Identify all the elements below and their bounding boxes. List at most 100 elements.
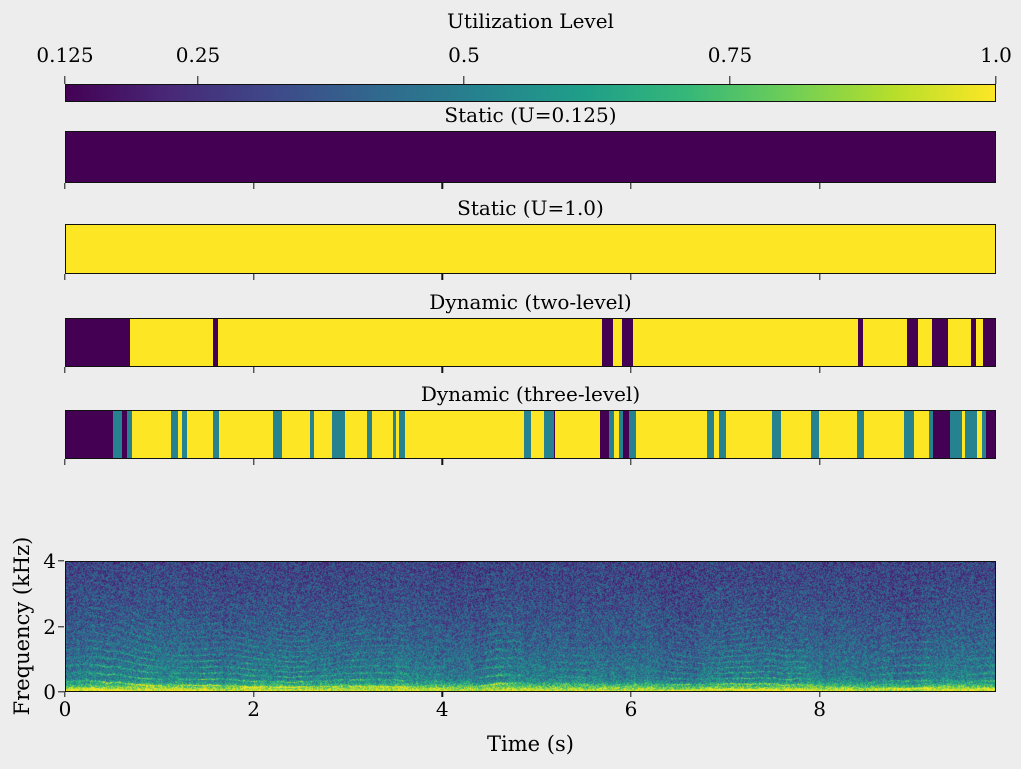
spectrogram-xlabel: Time (s) (65, 732, 996, 756)
utilization-segment (932, 319, 948, 366)
x-axis-tick-label: 8 (813, 697, 826, 721)
x-axis-tick (819, 274, 820, 280)
utilization-segment (950, 411, 962, 458)
utilization-segment (726, 411, 772, 458)
x-axis-tick (630, 274, 631, 280)
utilization-segment (524, 411, 531, 458)
utilization-segment (629, 411, 637, 458)
figure: Utilization Level 0.125 0.25 0.5 0.75 1.0 St… (0, 0, 1021, 769)
utilization-segment (345, 411, 368, 458)
strip-dynamic-three-level (65, 410, 996, 459)
utilization-segment (772, 411, 781, 458)
spectrogram-xtick-labels: 02468 (65, 697, 996, 721)
x-axis-tick-label: 4 (436, 697, 449, 721)
utilization-segment (66, 411, 113, 458)
x-axis-tick (253, 367, 254, 373)
utilization-segment (66, 319, 130, 366)
utilization-segment (633, 319, 858, 366)
utilization-segment (603, 319, 613, 366)
utilization-segment (213, 411, 220, 458)
y-axis-tick-label: 2 (43, 615, 56, 639)
utilization-segment (171, 411, 178, 458)
colorbar-tick (463, 76, 464, 84)
panel-title-static-u0125: Static (U=0.125) (65, 103, 996, 127)
utilization-segment (130, 319, 213, 366)
utilization-segment (273, 411, 282, 458)
colorbar-tick (197, 76, 198, 84)
strip3-xticks (65, 367, 996, 373)
utilization-segment (857, 411, 865, 458)
x-axis-tick (819, 367, 820, 373)
utilization-segment (372, 411, 393, 458)
utilization-segment (405, 411, 525, 458)
x-axis-tick (442, 274, 443, 280)
colorbar-tick-label: 0.25 (176, 43, 221, 67)
spectrogram-image (66, 562, 995, 691)
utilization-segment (332, 411, 344, 458)
y-axis-tick (58, 691, 64, 692)
utilization-segment (907, 319, 917, 366)
y-axis-tick (58, 626, 64, 627)
x-axis-tick (442, 459, 443, 465)
colorbar-tick-label: 0.75 (708, 43, 753, 67)
utilization-segment (544, 411, 554, 458)
colorbar-tick-label: 0.125 (36, 43, 93, 67)
y-axis-tick-label: 0 (43, 680, 56, 704)
colorbar-tick-labels: 0.1250.250.50.751.0 (65, 43, 996, 67)
x-axis-tick (630, 459, 631, 465)
panel-title-static-u10: Static (U=1.0) (65, 196, 996, 220)
utilization-segment (819, 411, 857, 458)
utilization-segment (864, 411, 904, 458)
panel-title-dynamic-three-level: Dynamic (three-level) (65, 382, 996, 406)
colorbar-ticks (65, 76, 996, 84)
utilization-segment (218, 319, 602, 366)
utilization-segment (613, 319, 622, 366)
utilization-segment (976, 319, 983, 366)
utilization-segment (314, 411, 332, 458)
spectrogram (65, 561, 996, 692)
x-axis-tick-label: 0 (59, 697, 72, 721)
utilization-segment (863, 319, 907, 366)
colorbar-gradient (65, 84, 996, 102)
utilization-segment (113, 411, 122, 458)
colorbar-title: Utilization Level (65, 9, 996, 33)
spectrogram-yticks (58, 561, 64, 692)
colorbar-tick (64, 76, 65, 84)
x-axis-tick (64, 274, 65, 280)
utilization-segment (636, 411, 707, 458)
x-axis-tick (253, 459, 254, 465)
utilization-segment (918, 319, 932, 366)
x-axis-tick (630, 183, 631, 189)
spectrogram-ytick-labels: 024 (36, 561, 56, 692)
utilization-segment (986, 411, 995, 458)
x-axis-tick (64, 459, 65, 465)
x-axis-tick (442, 367, 443, 373)
panel-title-dynamic-two-level: Dynamic (two-level) (65, 290, 996, 314)
spectrogram-ylabel: Frequency (kHz) (10, 537, 34, 716)
strip-dynamic-two-level (65, 318, 996, 367)
utilization-segment (66, 132, 995, 182)
utilization-segment (811, 411, 819, 458)
utilization-segment (219, 411, 273, 458)
utilization-segment (531, 411, 544, 458)
utilization-segment (914, 411, 929, 458)
x-axis-tick (442, 183, 443, 189)
strip2-xticks (65, 274, 996, 280)
colorbar-tick-label: 0.5 (448, 43, 480, 67)
x-axis-tick (253, 183, 254, 189)
utilization-segment (66, 225, 995, 273)
strip-static-u0125 (65, 131, 996, 183)
x-axis-tick (630, 367, 631, 373)
strip1-xticks (65, 183, 996, 189)
x-axis-tick (253, 274, 254, 280)
utilization-segment (933, 411, 950, 458)
utilization-segment (948, 319, 972, 366)
x-axis-tick (819, 183, 820, 189)
colorbar-tick-label: 1.0 (980, 43, 1012, 67)
x-axis-tick (64, 183, 65, 189)
utilization-segment (132, 411, 172, 458)
utilization-segment (622, 319, 632, 366)
utilization-segment (707, 411, 714, 458)
x-axis-tick (819, 459, 820, 465)
utilization-segment (719, 411, 726, 458)
